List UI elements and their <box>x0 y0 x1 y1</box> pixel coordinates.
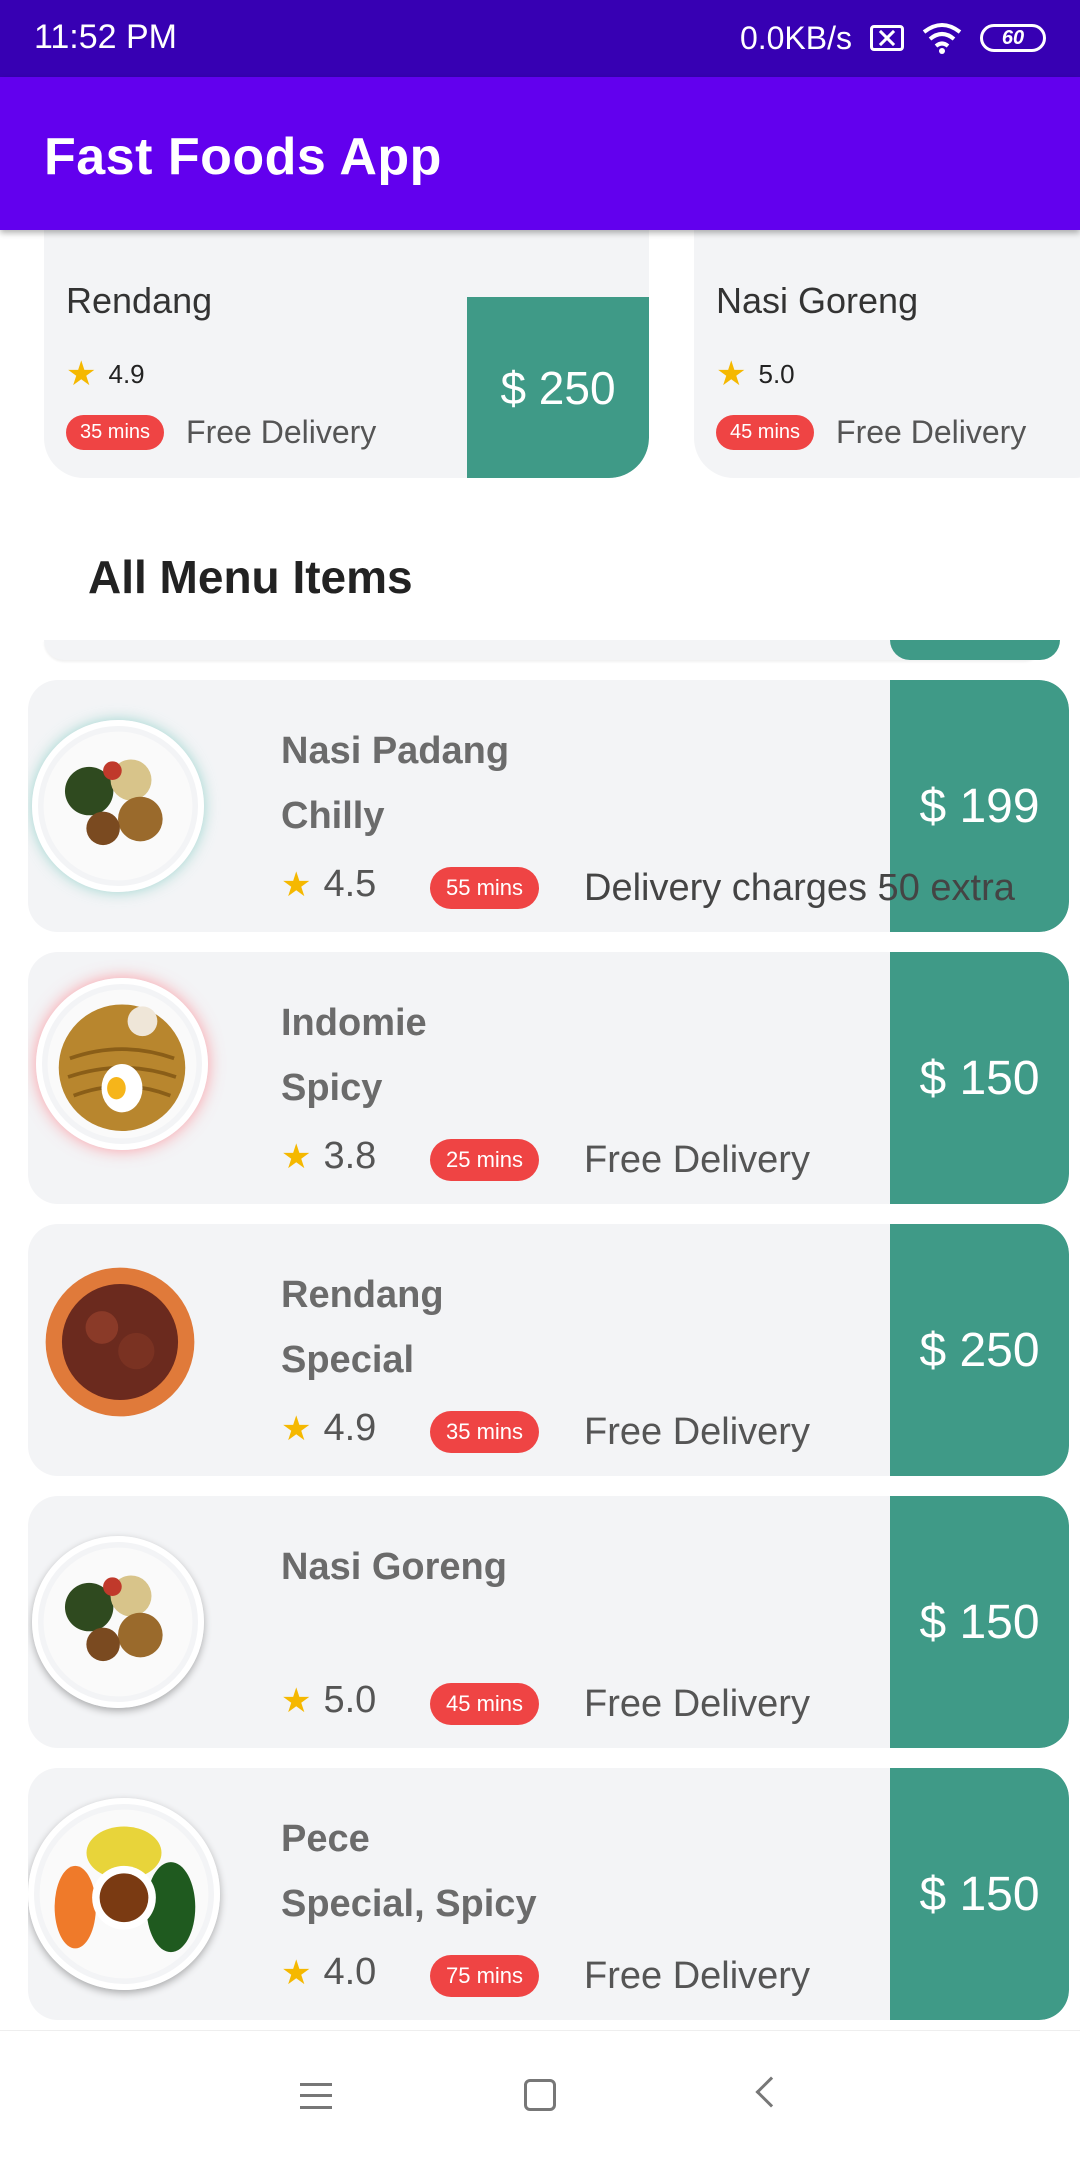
mins-badge: 55 mins <box>430 867 540 909</box>
featured-card-rating: ★ 5.0 <box>716 354 795 394</box>
no-sim-icon <box>870 25 904 51</box>
item-rating: ★ 4.5 <box>281 863 376 906</box>
price-block[interactable]: $ 250 <box>890 1224 1069 1476</box>
list-item[interactable]: Nasi Goreng ★ 5.0 45 mins Free Delivery … <box>28 1496 1069 1748</box>
rating-value: 4.9 <box>323 1407 377 1449</box>
wifi-icon <box>922 23 962 54</box>
item-name: Nasi Padang <box>281 730 510 772</box>
item-subtitle: Special <box>281 1339 415 1381</box>
star-icon: ★ <box>281 1137 312 1176</box>
status-icons: 0.0KB/s 60 <box>740 14 1046 62</box>
nasi-padang-plate-icon <box>32 720 204 892</box>
delivery-text: Free Delivery <box>584 1683 810 1725</box>
star-icon: ★ <box>281 865 312 904</box>
delivery-text: Delivery charges 50 extra <box>584 867 1015 909</box>
system-nav-bar <box>0 2030 1080 2160</box>
app-bar: Fast Foods App <box>0 77 1080 230</box>
rating-value: 4.0 <box>323 1951 377 1993</box>
pecel-plate-icon <box>28 1798 220 1990</box>
rating-value: 3.8 <box>323 1135 377 1177</box>
item-subtitle: Spicy <box>281 1067 383 1109</box>
item-rating: ★ 4.0 <box>281 1951 376 1994</box>
list-item[interactable]: Rendang Special ★ 4.9 35 mins Free Deliv… <box>28 1224 1069 1476</box>
star-icon: ★ <box>66 355 97 393</box>
featured-card[interactable]: Nasi Goreng ★ 5.0 45 mins Free Delivery <box>694 230 1080 478</box>
price-block[interactable]: $ 150 <box>890 952 1069 1204</box>
noodle-bowl-icon <box>36 978 208 1150</box>
home-icon[interactable] <box>524 2079 556 2111</box>
delivery-text: Free Delivery <box>584 1139 810 1181</box>
mins-badge: 25 mins <box>430 1139 540 1181</box>
mins-badge: 75 mins <box>430 1955 540 1997</box>
battery-icon: 60 <box>980 24 1046 52</box>
star-icon: ★ <box>716 355 747 393</box>
menu-list[interactable]: Nasi Padang Chilly ★ 4.5 55 mins $ 199 D… <box>0 640 1080 2030</box>
price-block-edge <box>890 640 1060 660</box>
rating-value: 4.9 <box>108 358 145 389</box>
featured-card-meta: 35 mins Free Delivery <box>66 414 376 451</box>
app-title: Fast Foods App <box>44 128 442 186</box>
mins-badge: 35 mins <box>66 415 165 450</box>
network-speed: 0.0KB/s <box>739 19 852 56</box>
delivery-text: Free Delivery <box>584 1411 810 1453</box>
price-block[interactable]: $ 150 <box>890 1768 1069 2020</box>
item-subtitle: Chilly <box>281 795 385 837</box>
rating-value: 5.0 <box>323 1679 377 1721</box>
star-icon: ★ <box>281 1953 312 1992</box>
nasi-goreng-plate-icon <box>32 1536 204 1708</box>
mins-badge: 45 mins <box>430 1683 540 1725</box>
delivery-text: Free Delivery <box>186 414 377 450</box>
list-item[interactable]: Pece Special, Spicy ★ 4.0 75 mins Free D… <box>28 1768 1069 2020</box>
delivery-text: Free Delivery <box>584 1955 810 1997</box>
status-time: 11:52 PM <box>34 18 178 56</box>
status-bar: 11:52 PM 0.0KB/s 60 <box>0 0 1080 77</box>
list-item[interactable]: Indomie Spicy ★ 3.8 25 mins Free Deliver… <box>28 952 1069 1204</box>
star-icon: ★ <box>281 1681 312 1720</box>
menu-icon[interactable] <box>300 2083 332 2109</box>
featured-card-meta: 45 mins Free Delivery <box>716 414 1026 451</box>
mins-badge: 35 mins <box>430 1411 540 1453</box>
rendang-plate-icon <box>45 1267 195 1417</box>
list-item[interactable]: Nasi Padang Chilly ★ 4.5 55 mins $ 199 D… <box>28 680 1069 932</box>
section-title: All Menu Items <box>88 551 413 603</box>
star-icon: ★ <box>281 1409 312 1448</box>
rating-value: 4.5 <box>323 863 377 905</box>
delivery-text: Free Delivery <box>836 414 1027 450</box>
price-block[interactable]: $ 250 <box>467 297 649 478</box>
item-name: Rendang <box>281 1274 444 1316</box>
featured-card[interactable]: Rendang ★ 4.9 35 mins Free Delivery $ 25… <box>44 230 649 478</box>
item-name: Nasi Goreng <box>281 1546 507 1588</box>
item-subtitle: Special, Spicy <box>281 1883 537 1925</box>
price-block[interactable]: $ 150 <box>890 1496 1069 1748</box>
item-rating: ★ 4.9 <box>281 1407 376 1450</box>
featured-card-name: Nasi Goreng <box>716 280 919 321</box>
featured-card-rating: ★ 4.9 <box>66 354 145 394</box>
item-rating: ★ 5.0 <box>281 1679 376 1722</box>
mins-badge: 45 mins <box>716 415 815 450</box>
item-name: Indomie <box>281 1002 427 1044</box>
featured-card-name: Rendang <box>66 280 213 321</box>
rating-value: 5.0 <box>758 358 795 389</box>
item-rating: ★ 3.8 <box>281 1135 376 1178</box>
back-icon[interactable] <box>755 2076 787 2108</box>
item-name: Pece <box>281 1818 370 1860</box>
